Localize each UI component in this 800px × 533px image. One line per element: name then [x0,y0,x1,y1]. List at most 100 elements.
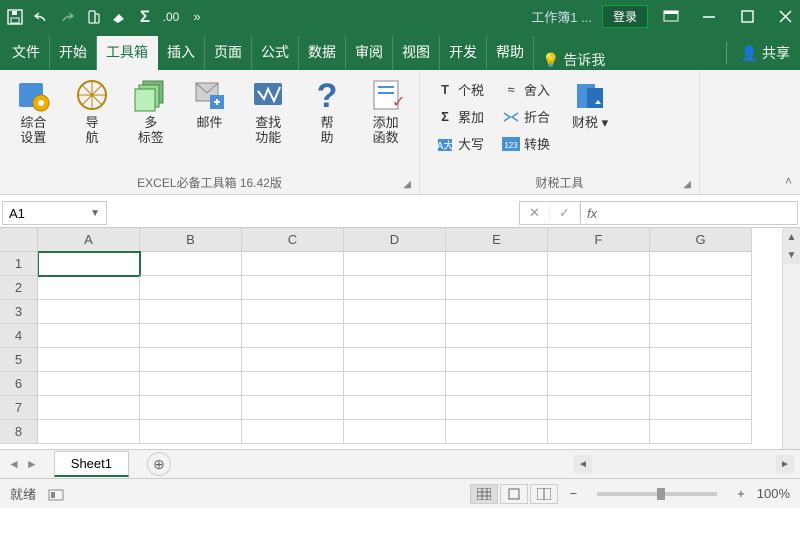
cell[interactable] [446,372,548,396]
ribbon-options-icon[interactable] [662,10,680,24]
cell[interactable] [242,396,344,420]
finance-button[interactable]: 财税 ▾ [564,74,616,133]
tab-toolbox[interactable]: 工具箱 [97,36,158,70]
tab-home[interactable]: 开始 [50,36,97,70]
undo-icon[interactable] [32,8,50,26]
tab-formula[interactable]: 公式 [252,36,299,70]
minimize-icon[interactable] [700,10,718,24]
dialog-launcher-icon[interactable]: ◢ [683,179,691,190]
zoom-out-icon[interactable]: − [570,486,578,501]
formula-input[interactable]: fx [580,201,798,225]
cell[interactable] [38,372,140,396]
tab-insert[interactable]: 插入 [158,36,205,70]
tell-me[interactable]: 💡告诉我 [542,50,605,70]
decimal-icon[interactable]: .00 [162,8,180,26]
cell[interactable] [446,324,548,348]
cell[interactable] [344,396,446,420]
row-header[interactable]: 5 [0,348,38,372]
touch-icon[interactable] [84,8,102,26]
save-icon[interactable] [6,8,24,26]
cell[interactable] [242,420,344,444]
cell[interactable] [344,324,446,348]
horizontal-scrollbar[interactable]: ◄► [574,455,794,473]
sum-icon[interactable]: Σ [136,8,154,26]
cell[interactable] [344,252,446,276]
cell[interactable] [140,324,242,348]
cell[interactable] [548,300,650,324]
cell[interactable] [548,396,650,420]
cell[interactable] [446,252,548,276]
cell[interactable] [140,300,242,324]
cell[interactable] [242,348,344,372]
cancel-formula-icon[interactable]: ✕ [520,205,550,221]
cell[interactable] [548,372,650,396]
cell[interactable] [344,420,446,444]
scroll-down-icon[interactable]: ▼ [783,246,800,264]
col-header[interactable]: C [242,228,344,252]
cell[interactable] [242,324,344,348]
sheet-nav-prev-icon[interactable]: ◄ [8,457,20,471]
cell[interactable] [650,300,752,324]
cell[interactable] [344,276,446,300]
cell[interactable] [140,348,242,372]
macro-icon[interactable] [48,487,64,501]
row-header[interactable]: 8 [0,420,38,444]
sheet-tab[interactable]: Sheet1 [54,451,129,477]
collapse-ribbon-icon[interactable]: ˄ [785,174,792,188]
tab-dev[interactable]: 开发 [440,36,487,70]
zoom-level[interactable]: 100% [757,486,790,501]
cell[interactable] [446,420,548,444]
addfunc-button[interactable]: ✓添加函数 [358,74,413,148]
cell[interactable] [650,420,752,444]
col-header[interactable]: G [650,228,752,252]
select-all[interactable] [0,228,38,252]
cell[interactable] [650,348,752,372]
cell[interactable] [140,276,242,300]
accept-formula-icon[interactable]: ✓ [550,205,580,221]
tab-help[interactable]: 帮助 [487,36,534,70]
row-header[interactable]: 2 [0,276,38,300]
redo-icon[interactable] [58,8,76,26]
qat-more-icon[interactable]: » [188,8,206,26]
row-header[interactable]: 1 [0,252,38,276]
tab-file[interactable]: 文件 [3,36,50,70]
scroll-up-icon[interactable]: ▲ [783,228,800,246]
cell[interactable] [650,276,752,300]
close-icon[interactable] [776,10,794,24]
tab-review[interactable]: 审阅 [346,36,393,70]
scroll-right-icon[interactable]: ► [776,459,794,470]
cell[interactable] [38,276,140,300]
normal-view-icon[interactable] [470,484,498,504]
cell[interactable] [140,396,242,420]
scroll-left-icon[interactable]: ◄ [574,459,592,470]
cell[interactable] [38,420,140,444]
row-header[interactable]: 3 [0,300,38,324]
cell[interactable] [140,252,242,276]
zoom-slider[interactable] [597,492,717,496]
cell[interactable] [548,276,650,300]
cell[interactable] [446,276,548,300]
sum-button[interactable]: Σ累加 [432,105,488,128]
share-button[interactable]: 👤共享 [716,36,800,70]
chevron-down-icon[interactable]: ▼ [90,208,100,219]
cell[interactable] [140,420,242,444]
cell[interactable] [140,372,242,396]
capital-button[interactable]: A大大写 [432,132,488,155]
cell-A1[interactable] [38,252,140,276]
cell[interactable] [242,276,344,300]
cell[interactable] [242,300,344,324]
mail-button[interactable]: 邮件 [182,74,237,133]
multitab-button[interactable]: 多标签 [123,74,178,148]
col-header[interactable]: D [344,228,446,252]
tab-pagelayout[interactable]: 页面 [205,36,252,70]
pagelayout-view-icon[interactable] [500,484,528,504]
cell[interactable] [38,300,140,324]
cell[interactable] [650,324,752,348]
zoom-in-icon[interactable]: + [737,486,745,501]
cell[interactable] [446,300,548,324]
cell[interactable] [344,348,446,372]
cell[interactable] [650,396,752,420]
cell[interactable] [548,348,650,372]
cell[interactable] [650,372,752,396]
cell[interactable] [38,324,140,348]
